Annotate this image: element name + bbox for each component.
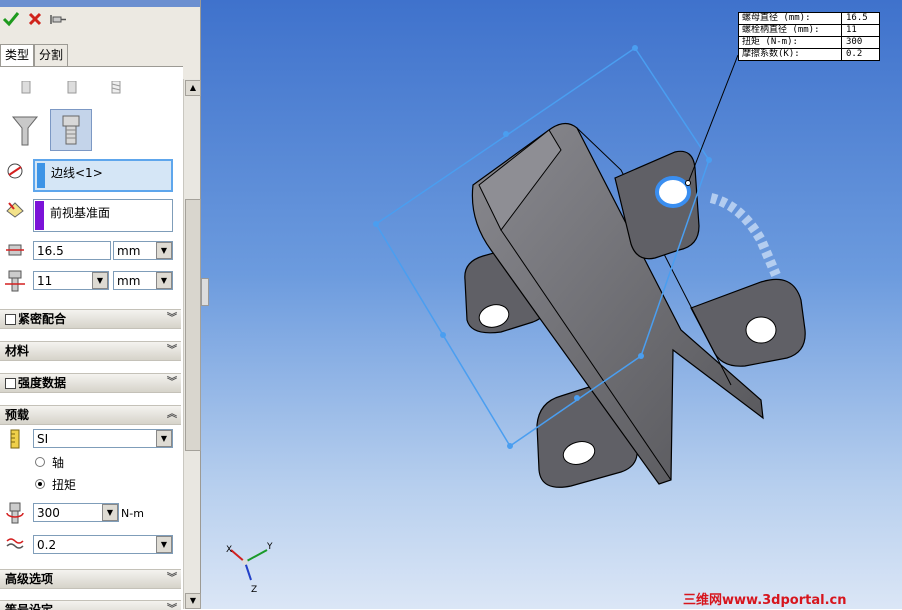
scroll-up-icon[interactable]: ▲ bbox=[185, 80, 201, 96]
bolt-callout-table: 螺母直径 (mm): 16.5 螺栓柄直径 (mm): 11 扭矩 (N-m): 30… bbox=[738, 12, 880, 61]
torque-unit: N-m bbox=[121, 507, 144, 520]
counterbore-bolt-icon bbox=[62, 115, 80, 145]
plane-color-bar bbox=[35, 201, 44, 230]
plane-selection-box[interactable]: 前视基准面 bbox=[33, 199, 173, 232]
panel-scrollbar[interactable]: ▲ ▼ bbox=[183, 79, 201, 609]
tight-fit-label: 紧密配合 bbox=[18, 312, 67, 326]
unit-system-dropdown-icon[interactable]: ▼ bbox=[156, 430, 172, 447]
section-preload[interactable]: 预载 ︽ bbox=[0, 405, 181, 425]
unit-system-select[interactable]: SI bbox=[33, 429, 173, 448]
section-tight-fit[interactable]: 紧密配合 ︾ bbox=[0, 309, 181, 329]
callout-value: 16.5 bbox=[841, 13, 882, 24]
edge-selection-value: 边线<1> bbox=[51, 166, 103, 180]
nut-diameter-input[interactable]: 16.5 bbox=[33, 241, 111, 260]
bolt-type-icon-2[interactable] bbox=[62, 81, 82, 95]
counterbore-bolt-button[interactable] bbox=[50, 109, 92, 151]
callout-row: 螺母直径 (mm): 16.5 bbox=[739, 13, 879, 25]
chevron-down-icon: ︾ bbox=[167, 573, 177, 584]
panel-titlebar bbox=[0, 0, 200, 7]
torque-label: 扭矩 bbox=[52, 478, 77, 492]
bolt-diameter-unit: mm bbox=[117, 274, 141, 288]
bolt-shank-diameter-icon bbox=[5, 270, 25, 292]
callout-row: 扭矩 (N-m): 300 bbox=[739, 37, 879, 49]
tab-type[interactable]: 类型 bbox=[0, 44, 35, 67]
panel-collapse-handle[interactable] bbox=[201, 278, 209, 306]
nut-unit-dropdown-icon[interactable]: ▼ bbox=[156, 242, 172, 259]
torque-radio[interactable] bbox=[35, 479, 45, 489]
triad-x-label: X bbox=[226, 545, 232, 555]
torque-value: 300 bbox=[37, 506, 60, 520]
callout-key: 螺母直径 (mm): bbox=[742, 13, 811, 23]
circular-edge-icon bbox=[7, 163, 23, 179]
callout-value: 11 bbox=[841, 25, 882, 36]
torque-dropdown-icon[interactable]: ▼ bbox=[102, 504, 118, 521]
callout-key: 摩擦系数(K): bbox=[742, 49, 800, 59]
push-pin-icon[interactable] bbox=[50, 10, 68, 28]
chevron-down-icon: ︾ bbox=[167, 313, 177, 324]
tab-type-label: 类型 bbox=[5, 48, 30, 62]
tight-fit-checkbox[interactable] bbox=[5, 314, 16, 325]
edge-selection-box[interactable]: 边线<1> bbox=[33, 159, 173, 192]
unit-system-icon bbox=[10, 429, 20, 449]
advanced-label: 高级选项 bbox=[5, 572, 54, 586]
callout-row: 摩擦系数(K): 0.2 bbox=[739, 49, 879, 60]
bolt-unit-dropdown-icon[interactable]: ▼ bbox=[156, 272, 172, 289]
bolt-type-icon[interactable] bbox=[16, 81, 36, 95]
callout-leader bbox=[687, 54, 739, 184]
triad-y-label: Y bbox=[266, 542, 273, 552]
friction-icon bbox=[6, 538, 24, 549]
nut-diameter-unit: mm bbox=[117, 244, 141, 258]
panel-content: 边线<1> 前视基准面 16.5 mm ▼ 11 ▼ mm ▼ 紧密配合 ︾ 材… bbox=[0, 66, 183, 610]
callout-key: 螺栓柄直径 (mm): bbox=[742, 25, 820, 35]
graphics-viewport[interactable]: X Y Z bbox=[201, 0, 902, 609]
section-strength[interactable]: 强度数据 ︾ bbox=[0, 373, 181, 393]
countersink-bolt-icon[interactable] bbox=[10, 113, 40, 147]
tab-split[interactable]: 分割 bbox=[34, 44, 69, 66]
chevron-down-icon: ︾ bbox=[167, 345, 177, 356]
callout-value: 0.2 bbox=[841, 49, 882, 60]
plane-selector-icon bbox=[6, 202, 24, 218]
model-view[interactable]: X Y Z bbox=[201, 0, 902, 609]
scroll-thumb[interactable] bbox=[185, 199, 201, 451]
scroll-down-icon[interactable]: ▼ bbox=[185, 593, 201, 609]
strength-label: 强度数据 bbox=[18, 376, 67, 390]
unit-system-value: SI bbox=[37, 432, 49, 446]
site-watermark: 三维网www.3dportal.cn bbox=[683, 593, 847, 608]
friction-dropdown-icon[interactable]: ▼ bbox=[156, 536, 172, 553]
section-material[interactable]: 材料 ︾ bbox=[0, 341, 181, 361]
material-label: 材料 bbox=[5, 344, 30, 358]
tab-split-label: 分割 bbox=[39, 48, 64, 62]
property-manager: 类型 分割 边线<1> 前视基准面 16.5 mm ▼ 11 ▼ mm ▼ 紧密… bbox=[0, 0, 201, 610]
callout-row: 螺栓柄直径 (mm): 11 bbox=[739, 25, 879, 37]
leader-anchor bbox=[685, 180, 691, 186]
threaded-bolt-icon[interactable] bbox=[106, 81, 126, 95]
chevron-up-icon: ︽ bbox=[167, 409, 177, 420]
axial-label: 轴 bbox=[52, 456, 65, 470]
chevron-down-icon: ︾ bbox=[167, 377, 177, 388]
axial-radio[interactable] bbox=[35, 457, 45, 467]
plane-selection-value: 前视基准面 bbox=[50, 206, 111, 220]
bolt-preview bbox=[709, 193, 781, 277]
ok-check-icon[interactable] bbox=[2, 10, 20, 28]
bolt-diameter-dropdown-icon[interactable]: ▼ bbox=[92, 272, 108, 289]
friction-input[interactable]: 0.2 bbox=[33, 535, 173, 554]
friction-value: 0.2 bbox=[37, 538, 57, 552]
strength-checkbox[interactable] bbox=[5, 378, 16, 389]
tab-strip: 类型 分割 bbox=[0, 44, 200, 67]
torque-icon bbox=[6, 502, 24, 524]
preload-label: 预载 bbox=[5, 408, 30, 422]
selected-hole[interactable] bbox=[655, 176, 691, 208]
bolt-diameter-value: 11 bbox=[37, 274, 53, 288]
cancel-x-icon[interactable] bbox=[26, 10, 44, 28]
coordinate-triad bbox=[230, 549, 268, 581]
callout-value: 300 bbox=[841, 37, 882, 48]
triad-z-label: Z bbox=[251, 585, 257, 595]
nut-diameter-icon bbox=[6, 244, 24, 256]
edge-color-bar bbox=[37, 163, 45, 188]
callout-key: 扭矩 (N-m): bbox=[742, 37, 798, 47]
section-advanced[interactable]: 高级选项 ︾ bbox=[0, 569, 181, 589]
bolt-hole bbox=[745, 316, 777, 344]
